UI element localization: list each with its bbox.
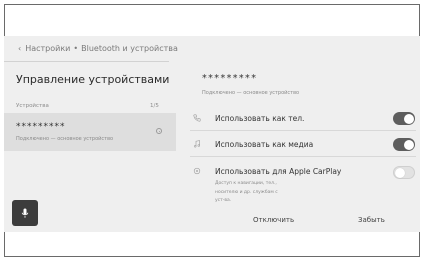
breadcrumb-separator: • bbox=[73, 44, 79, 53]
option-carplay-label: Использовать для Apple CarPlay bbox=[215, 167, 342, 176]
chevron-left-icon[interactable]: ‹ bbox=[18, 44, 21, 53]
devices-count: 1/5 bbox=[150, 103, 159, 109]
breadcrumb-settings[interactable]: Настройки bbox=[25, 44, 70, 53]
carplay-toggle[interactable] bbox=[393, 166, 415, 179]
toggle-knob bbox=[403, 113, 414, 124]
panel-title: Управление устройствами bbox=[16, 73, 170, 86]
phone-toggle[interactable] bbox=[393, 112, 415, 125]
breadcrumb: ‹ Настройки • Bluetooth и устройства bbox=[18, 44, 178, 53]
devices-section-label: Устройства bbox=[16, 103, 49, 109]
option-media-label: Использовать как медиа bbox=[215, 140, 314, 149]
option-carplay-description: Доступ к навигации, тел., носителю и др.… bbox=[215, 181, 278, 204]
option-phone-label: Использовать как тел. bbox=[215, 114, 305, 123]
toggle-knob bbox=[395, 167, 405, 178]
forget-button[interactable]: Забыть bbox=[358, 216, 385, 224]
disconnect-button[interactable]: Отключить bbox=[253, 216, 294, 224]
device-name: ********* bbox=[16, 122, 66, 132]
voice-button[interactable] bbox=[12, 200, 38, 226]
music-note-icon bbox=[192, 139, 202, 149]
toggle-knob bbox=[403, 139, 414, 150]
selected-device-status: Подключено — основное устройство bbox=[202, 90, 300, 96]
phone-icon bbox=[192, 113, 202, 123]
row-divider bbox=[190, 130, 416, 131]
breadcrumb-divider bbox=[4, 61, 169, 62]
device-list-item[interactable] bbox=[4, 113, 176, 151]
device-status: Подключено — основное устройство bbox=[16, 136, 114, 142]
carplay-icon bbox=[192, 166, 202, 176]
row-divider bbox=[190, 156, 416, 157]
media-toggle[interactable] bbox=[393, 138, 415, 151]
breadcrumb-bluetooth: Bluetooth и устройства bbox=[81, 44, 178, 53]
selected-radio-icon bbox=[156, 128, 162, 134]
selected-device-name: ********* bbox=[202, 73, 258, 84]
microphone-icon bbox=[21, 208, 29, 218]
